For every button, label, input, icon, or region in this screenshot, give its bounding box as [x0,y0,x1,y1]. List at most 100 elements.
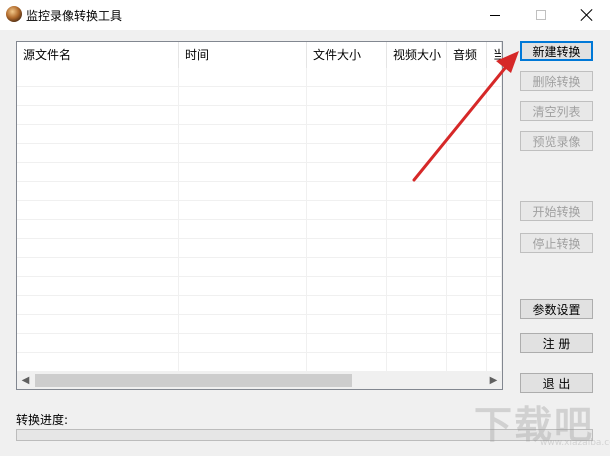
minimize-button[interactable] [472,0,518,30]
scroll-right-icon[interactable]: ▶ [485,372,502,389]
settings-button[interactable]: 参数设置 [520,299,593,319]
minimize-icon [490,14,500,16]
table-cell [179,258,307,277]
window-title: 监控录像转换工具 [26,9,123,23]
table-cell [387,163,447,182]
maximize-button[interactable] [518,0,564,30]
table-cell [17,144,179,163]
table-cell [447,296,487,315]
column-header-file-size[interactable]: 文件大小 [307,42,387,68]
table-cell [179,353,307,372]
table-row[interactable] [17,87,502,106]
table-cell [17,68,179,87]
table-cell [307,87,387,106]
close-button[interactable] [564,0,610,30]
table-row[interactable] [17,201,502,220]
table-row[interactable] [17,220,502,239]
start-conversion-button[interactable]: 开始转换 [520,201,593,221]
table-cell [447,220,487,239]
new-conversion-button[interactable]: 新建转换 [520,41,593,61]
table-cell [17,239,179,258]
table-cell [307,201,387,220]
table-cell [487,163,502,182]
exit-button[interactable]: 退 出 [520,373,593,393]
table-cell [387,68,447,87]
table-row[interactable] [17,296,502,315]
table-cell [307,353,387,372]
table-cell [307,144,387,163]
table-cell [179,239,307,258]
table-cell [387,258,447,277]
table-cell [17,220,179,239]
table-cell [387,315,447,334]
table-cell [487,315,502,334]
watermark-url: www.xiazaiba.com [540,438,610,448]
table-cell [17,258,179,277]
table-cell [447,334,487,353]
title-bar: 监控录像转换工具 [0,0,610,30]
table-cell [307,182,387,201]
table-cell [307,334,387,353]
table-cell [447,87,487,106]
table-row[interactable] [17,315,502,334]
file-list[interactable]: 源文件名 时间 文件大小 视频大小 音频 当 ◀ ▶ [16,41,503,390]
table-cell [387,87,447,106]
table-cell [179,125,307,144]
table-row[interactable] [17,144,502,163]
table-cell [387,334,447,353]
column-header-source-file[interactable]: 源文件名 [17,42,179,68]
clear-list-button[interactable]: 清空列表 [520,101,593,121]
delete-conversion-button[interactable]: 删除转换 [520,71,593,91]
table-row[interactable] [17,125,502,144]
table-row[interactable] [17,334,502,353]
column-header-partial[interactable]: 当 [487,42,502,68]
table-row[interactable] [17,277,502,296]
table-cell [487,220,502,239]
table-cell [487,106,502,125]
table-cell [17,182,179,201]
table-cell [387,220,447,239]
table-cell [179,163,307,182]
table-cell [307,220,387,239]
table-row[interactable] [17,68,502,87]
table-cell [179,277,307,296]
stop-conversion-button[interactable]: 停止转换 [520,233,593,253]
table-cell [17,106,179,125]
preview-video-button[interactable]: 预览录像 [520,131,593,151]
table-cell [487,87,502,106]
list-body [17,68,502,372]
table-cell [307,296,387,315]
table-row[interactable] [17,258,502,277]
column-header-audio[interactable]: 音频 [447,42,487,68]
table-cell [17,87,179,106]
scroll-left-icon[interactable]: ◀ [17,372,34,389]
horizontal-scrollbar[interactable]: ◀ ▶ [17,372,502,389]
register-button[interactable]: 注 册 [520,333,593,353]
maximize-icon [536,10,546,20]
table-cell [307,125,387,144]
column-header-video-size[interactable]: 视频大小 [387,42,447,68]
table-cell [487,201,502,220]
table-cell [307,239,387,258]
table-row[interactable] [17,353,502,372]
table-row[interactable] [17,163,502,182]
column-header-time[interactable]: 时间 [179,42,307,68]
table-cell [179,182,307,201]
list-header: 源文件名 时间 文件大小 视频大小 音频 当 [17,42,502,68]
table-cell [179,201,307,220]
table-cell [447,315,487,334]
table-cell [387,182,447,201]
table-cell [179,315,307,334]
table-cell [179,68,307,87]
table-row[interactable] [17,239,502,258]
table-cell [17,163,179,182]
table-cell [387,239,447,258]
table-row[interactable] [17,106,502,125]
scrollbar-thumb[interactable] [35,374,352,387]
table-cell [387,201,447,220]
table-row[interactable] [17,182,502,201]
table-cell [447,163,487,182]
table-cell [447,144,487,163]
table-cell [447,182,487,201]
table-cell [447,106,487,125]
